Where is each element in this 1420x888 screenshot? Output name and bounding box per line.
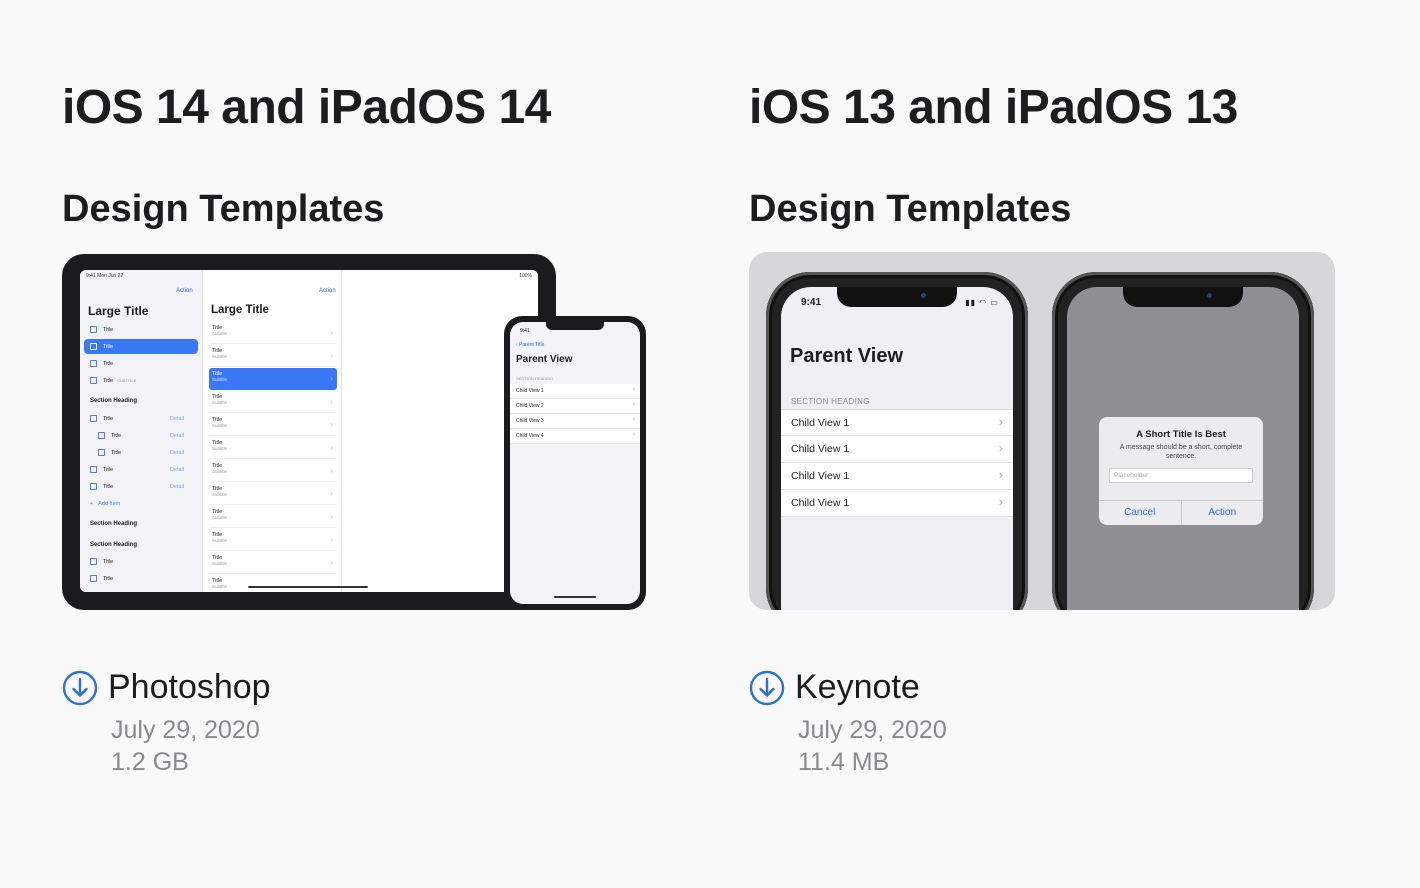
list-row: Title Subtitle › — [209, 368, 337, 390]
list-row: Title Subtitle › — [209, 345, 337, 367]
ipad-screen: 9:41 Mon Jun 22 Action Large Title Title… — [80, 270, 538, 592]
os-title: iOS 14 and iPadOS 14 — [62, 81, 551, 134]
list-row: Title Subtitle › — [209, 460, 337, 482]
list-row: Title Subtitle › — [209, 552, 337, 574]
status-battery: 100% — [519, 273, 532, 279]
chevron-right-icon: › — [998, 467, 1003, 482]
home-indicator — [248, 586, 368, 588]
sidebar-row: Title Detail — [84, 428, 198, 443]
child-row: Child View 1 › — [781, 490, 1013, 517]
child-row: Child View 4 › — [510, 429, 640, 444]
sidebar-heading: Section Heading — [90, 541, 138, 548]
iphone-notch — [1123, 287, 1243, 307]
keynote-preview: 9:41 ▮▮ ◠ ▭ Parent View SECTION HEADING … — [749, 252, 1335, 610]
ipad-list: Action Large Title Title Subtitle › Title S… — [203, 270, 342, 592]
sidebar-heading: Section Heading — [90, 520, 138, 527]
parent-view-title: Parent View — [790, 345, 904, 367]
chevron-right-icon: › — [998, 414, 1003, 429]
alert-buttons: Cancel Action — [1099, 500, 1263, 525]
release-date: July 29, 2020 — [111, 716, 260, 744]
section-heading: SECTION HEADING — [791, 397, 870, 406]
list-row: Title Subtitle › — [209, 529, 337, 551]
alert-message: A message should be a short, complete se… — [1119, 444, 1243, 460]
iphone-screen: A Short Title Is Best A message should b… — [1067, 287, 1299, 610]
child-row: Child View 1 › — [510, 384, 640, 399]
child-row: Child View 3 › — [510, 414, 640, 429]
child-row: Child View 2 › — [510, 399, 640, 414]
chevron-right-icon: › — [998, 440, 1003, 455]
section-title: Design Templates — [749, 188, 1072, 230]
child-row: Child View 1 › — [781, 463, 1013, 490]
sidebar-large-title: Large Title — [88, 304, 149, 318]
iphone-parent-title: Parent View — [516, 354, 573, 365]
back-link: ‹ Parent Title — [516, 342, 545, 348]
sidebar-heading: Section Heading — [90, 397, 138, 404]
iphone-frame: 9:41 ‹ Parent Title Parent View SECTION … — [504, 316, 646, 610]
iphone-time: 9:41 — [801, 297, 822, 308]
os-title: iOS 13 and iPadOS 13 — [749, 81, 1238, 134]
download-circle-icon — [749, 670, 785, 705]
file-size: 11.4 MB — [798, 748, 890, 776]
section-title: Design Templates — [62, 188, 385, 230]
sidebar-row: Title Detail — [84, 479, 198, 494]
home-indicator — [554, 596, 596, 598]
sidebar-row: Title — [84, 571, 198, 586]
chevron-right-icon: › — [998, 494, 1003, 509]
ipad-frame: 9:41 Mon Jun 22 Action Large Title Title… — [62, 254, 556, 610]
iphone-frame: A Short Title Is Best A message should b… — [1052, 272, 1314, 610]
list-row: Title Subtitle › — [209, 506, 337, 528]
list-large-title: Large Title — [211, 304, 269, 316]
list-row: Title Subtitle › — [209, 322, 337, 344]
sidebar-row: Title SUBTITLE — [84, 373, 198, 388]
alert-text-field: Placeholder — [1109, 468, 1253, 483]
list-row: Title Subtitle › — [209, 391, 337, 413]
iphone-screen: 9:41 ▮▮ ◠ ▭ Parent View SECTION HEADING … — [781, 287, 1013, 610]
iphone-screen: 9:41 ‹ Parent Title Parent View SECTION … — [510, 322, 640, 604]
sidebar-row: Title — [84, 339, 198, 354]
file-size: 1.2 GB — [111, 748, 189, 776]
alert-action-button: Action — [1180, 501, 1264, 525]
preview-background: 9:41 ▮▮ ◠ ▭ Parent View SECTION HEADING … — [749, 252, 1335, 610]
sidebar-action: Action — [176, 288, 193, 294]
sidebar-row: Title Detail — [84, 411, 198, 426]
ipad-sidebar: 9:41 Mon Jun 22 Action Large Title Title… — [80, 270, 203, 592]
iphone-notch — [837, 287, 957, 307]
download-photoshop-link[interactable]: Photoshop — [62, 668, 271, 707]
sidebar-add-item: + Add Item — [90, 500, 121, 507]
child-row: Child View 1 › — [781, 409, 1013, 436]
signal-icon: ▮▮ ◠ ▭ — [965, 298, 999, 307]
iphone-notch — [546, 322, 604, 330]
list-action: Action — [319, 288, 336, 294]
iphone-frame: 9:41 ▮▮ ◠ ▭ Parent View SECTION HEADING … — [766, 272, 1028, 610]
ipad-iphone-preview: 9:41 Mon Jun 22 Action Large Title Title… — [62, 252, 648, 610]
alert-title: A Short Title Is Best — [1136, 429, 1226, 440]
sidebar-row: Title — [84, 322, 198, 337]
alert-cancel-button: Cancel — [1124, 507, 1156, 518]
sidebar-row: Title — [84, 554, 198, 569]
alert-dialog: A Short Title Is Best A message should b… — [1099, 417, 1263, 525]
sidebar-row: Title Detail — [84, 445, 198, 460]
download-circle-icon — [62, 670, 98, 705]
iphone-section-heading: SECTION HEADING — [516, 376, 554, 381]
sidebar-row: Title — [84, 356, 198, 371]
status-time: 9:41 Mon Jun 22 — [86, 273, 124, 279]
list-row: Title Subtitle › — [209, 437, 337, 459]
iphone-time: 9:41 — [520, 328, 530, 334]
sidebar-row: Title Detail — [84, 462, 198, 477]
download-label[interactable]: Photoshop — [108, 668, 271, 707]
release-date: July 29, 2020 — [798, 716, 947, 744]
download-keynote-link[interactable]: Keynote — [749, 668, 920, 707]
download-label[interactable]: Keynote — [795, 668, 920, 707]
child-row: Child View 1 › — [781, 436, 1013, 463]
list-row: Title Subtitle — [209, 575, 337, 592]
list-row: Title Subtitle › — [209, 414, 337, 436]
list-row: Title Subtitle › — [209, 483, 337, 505]
